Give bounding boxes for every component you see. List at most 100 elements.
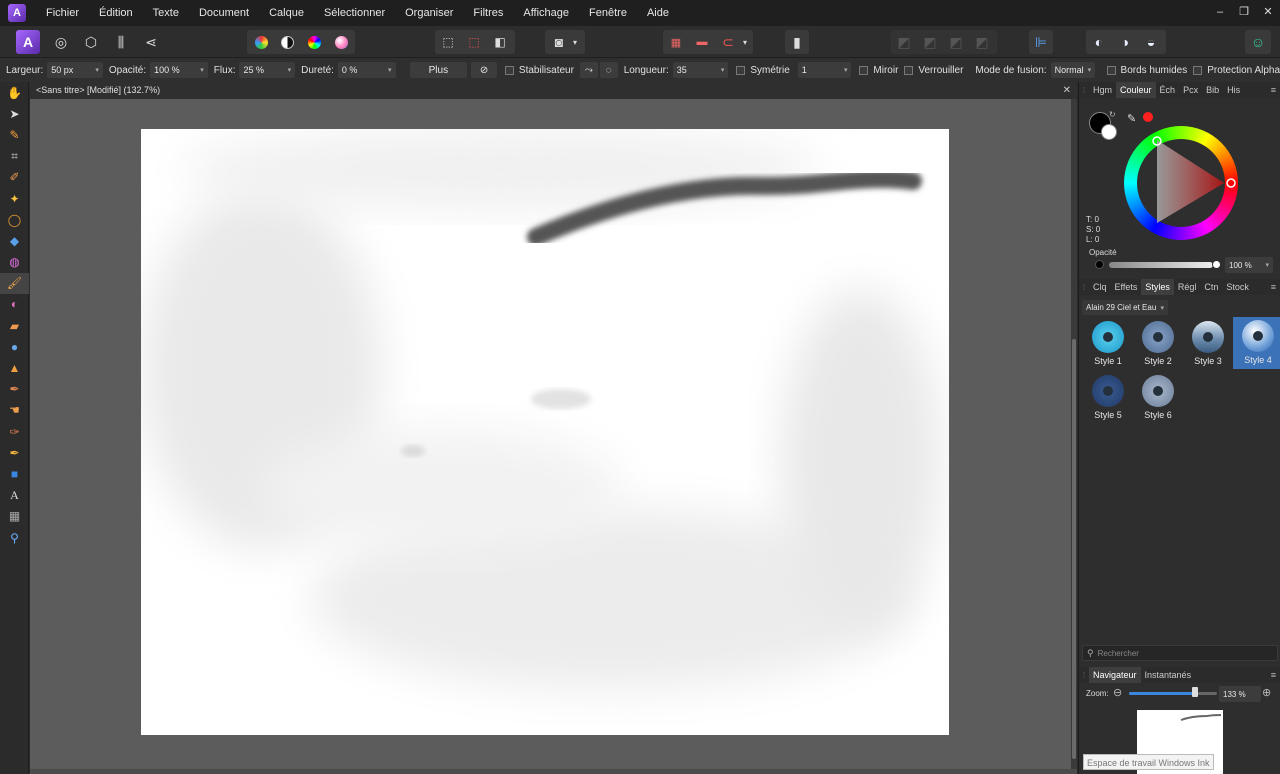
panel-grip-icon[interactable]: ⁞ [1079, 283, 1089, 292]
menu-selectionner[interactable]: Sélectionner [314, 0, 395, 26]
tone-mapping-persona-icon[interactable]: ⫼ [109, 30, 133, 54]
rectangle-tool-icon[interactable]: ■ [0, 463, 29, 484]
tab-brushes[interactable]: Pcx [1179, 82, 1202, 98]
tab-histogram[interactable]: Hgm [1089, 82, 1116, 98]
dodge-tool-icon[interactable]: ● [0, 336, 29, 357]
export-persona-icon[interactable]: ⋖ [139, 30, 163, 54]
tab-channels[interactable]: Ctn [1200, 279, 1222, 295]
opacity-panel-field[interactable]: 100 % ▾ [1225, 257, 1273, 273]
opacity-slider[interactable] [1109, 262, 1213, 268]
panel-grip-icon[interactable]: ⁞ [1079, 671, 1089, 680]
zoom-field[interactable]: 133 % [1219, 686, 1261, 702]
blemish-tool-icon[interactable]: ✒ [0, 379, 29, 400]
select-all-icon[interactable]: ⬚ [436, 30, 460, 54]
selection-brush-tool-icon[interactable]: ✐ [0, 167, 29, 188]
close-window-button[interactable]: ✕ [1256, 0, 1280, 26]
panel-grip-icon[interactable]: ⁞ [1079, 86, 1089, 95]
lasso-tool-icon[interactable]: ◯ [0, 209, 29, 230]
blend-mode-field[interactable]: Normal ▾ [1050, 62, 1095, 78]
zoom-tool-icon[interactable]: ⚲ [0, 527, 29, 548]
gradient-tool-icon[interactable]: ◍ [0, 252, 29, 273]
tab-color[interactable]: Couleur [1116, 82, 1156, 98]
style-item-5[interactable]: Style 5 [1083, 372, 1133, 424]
symmetry-checkbox[interactable] [736, 65, 746, 75]
style-item-6[interactable]: Style 6 [1133, 372, 1183, 424]
stabilizer-checkbox[interactable] [504, 65, 514, 75]
canvas[interactable] [141, 129, 949, 735]
white-balance-icon[interactable] [329, 30, 353, 54]
arrange-front-icon[interactable]: ◩ [970, 30, 994, 54]
assistant-icon[interactable]: ▮ [785, 30, 809, 54]
tab-layers[interactable]: Clq [1089, 279, 1111, 295]
mixer-brush-tool-icon[interactable]: ◐ [0, 294, 29, 315]
view-tool-icon[interactable]: ✋ [0, 82, 29, 103]
color-balance-icon[interactable] [302, 30, 326, 54]
grid-icon[interactable]: ▦ [664, 30, 688, 54]
flow-field[interactable]: 25 % ▾ [239, 62, 296, 78]
swap-colors-icon[interactable]: ↻ [1109, 110, 1116, 119]
menu-aide[interactable]: Aide [637, 0, 679, 26]
tab-library[interactable]: Bib [1202, 82, 1223, 98]
snapping-dropdown-icon[interactable]: ▾ [738, 30, 752, 54]
flood-select-tool-icon[interactable]: ✦ [0, 188, 29, 209]
menu-texte[interactable]: Texte [143, 0, 189, 26]
add-shape-icon[interactable]: ◐ [1087, 30, 1111, 54]
symmetry-field[interactable]: 1 ▾ [797, 62, 852, 78]
clone-tool-icon[interactable]: ▲ [0, 357, 29, 378]
more-button[interactable]: Plus [409, 62, 468, 78]
tab-adjustments[interactable]: Régl [1174, 279, 1201, 295]
mesh-warp-tool-icon[interactable]: ▦ [0, 506, 29, 527]
width-field[interactable]: 50 px ▾ [47, 62, 103, 78]
menu-calque[interactable]: Calque [259, 0, 314, 26]
tab-styles[interactable]: Styles [1141, 279, 1174, 295]
arrange-back-icon[interactable]: ◩ [892, 30, 916, 54]
snapping-icon[interactable]: ▬ [690, 30, 714, 54]
liquify-persona-icon[interactable]: ◎ [49, 30, 73, 54]
flood-fill-tool-icon[interactable]: ◆ [0, 230, 29, 251]
tab-stock[interactable]: Stock [1222, 279, 1253, 295]
menu-fichier[interactable]: Fichier [36, 0, 89, 26]
tab-effects[interactable]: Effets [1111, 279, 1142, 295]
text-tool-icon[interactable]: A [0, 485, 29, 506]
invert-selection-icon[interactable]: ◧ [488, 30, 512, 54]
menu-document[interactable]: Document [189, 0, 259, 26]
length-field[interactable]: 35 ▾ [672, 62, 729, 78]
tab-swatches[interactable]: Éch [1156, 82, 1180, 98]
smudge-tool-icon[interactable]: ☚ [0, 400, 29, 421]
mirror-checkbox[interactable] [859, 65, 869, 75]
alpha-protection-checkbox[interactable] [1193, 65, 1203, 75]
red-eye-tool-icon[interactable]: ✑ [0, 421, 29, 442]
develop-persona-icon[interactable]: ⬡ [79, 30, 103, 54]
pen-tool-icon[interactable]: ✒ [0, 442, 29, 463]
secondary-color-swatch[interactable] [1101, 124, 1117, 140]
account-icon[interactable]: ☺ [1246, 30, 1270, 54]
opacity-slider-thumb[interactable] [1212, 260, 1221, 269]
menu-affichage[interactable]: Affichage [513, 0, 579, 26]
menu-organiser[interactable]: Organiser [395, 0, 463, 26]
restore-button[interactable]: ❐ [1232, 0, 1256, 26]
lock-checkbox[interactable] [904, 65, 914, 75]
tab-snapshots[interactable]: Instantanés [1141, 667, 1196, 683]
quick-mask-dropdown-icon[interactable]: ▾ [568, 30, 582, 54]
styles-category-dropdown[interactable]: Alain 29 Ciel et Eau ▾ [1082, 300, 1168, 315]
zoom-slider-thumb[interactable] [1192, 687, 1198, 697]
menu-edition[interactable]: Édition [89, 0, 143, 26]
app-logo-icon[interactable]: A [8, 4, 26, 22]
close-document-icon[interactable]: ✕ [1063, 82, 1071, 99]
align-icon[interactable]: ⊫ [1029, 30, 1053, 54]
zoom-in-icon[interactable]: ⊕ [1262, 686, 1271, 699]
black-white-icon[interactable] [275, 30, 299, 54]
crop-tool-icon[interactable]: ⌗ [0, 146, 29, 167]
style-item-3[interactable]: Style 3 [1183, 318, 1233, 370]
move-tool-icon[interactable]: ➤ [0, 103, 29, 124]
arrange-forward-icon[interactable]: ◩ [944, 30, 968, 54]
minimize-button[interactable]: – [1208, 0, 1232, 26]
erase-brush-tool-icon[interactable]: ▰ [0, 315, 29, 336]
panel-menu-icon[interactable]: ≡ [1271, 282, 1276, 292]
snapping-magnet-icon[interactable]: ⊂ [716, 30, 740, 54]
zoom-slider[interactable] [1129, 692, 1217, 695]
levels-icon[interactable] [249, 30, 273, 54]
tab-history[interactable]: His [1223, 82, 1244, 98]
scrollbar-thumb[interactable] [1072, 339, 1076, 759]
color-picker-tool-icon[interactable]: ✎ [0, 124, 29, 145]
